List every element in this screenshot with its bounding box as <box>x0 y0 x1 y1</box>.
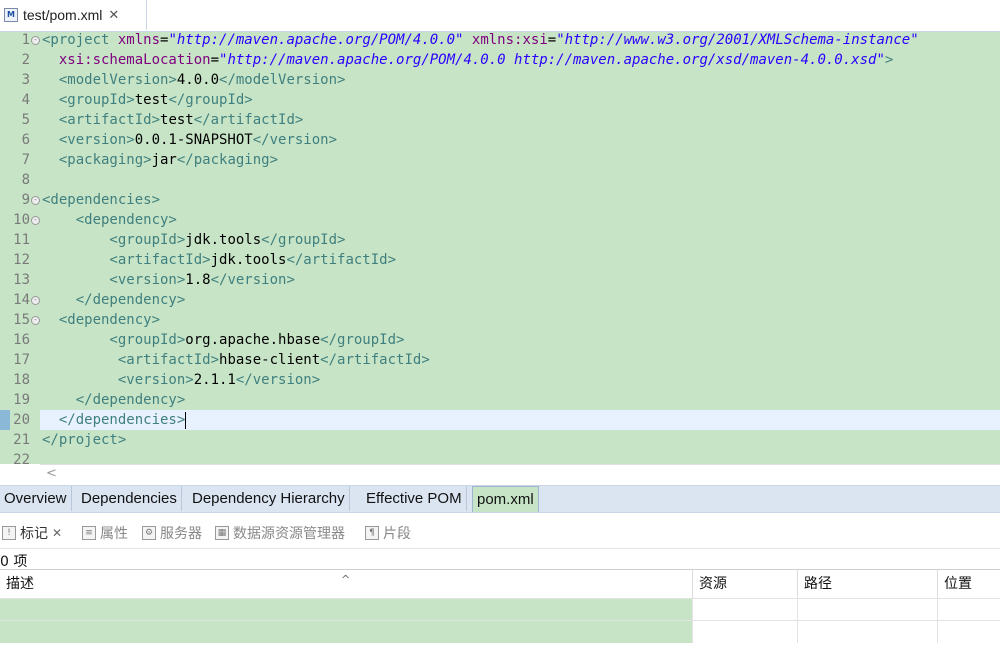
horizontal-scrollbar[interactable]: < <box>40 464 1000 485</box>
code-line: <dependency> <box>42 212 177 228</box>
line-number: 10 <box>13 212 30 228</box>
tab-servers[interactable]: ⚙ 服务器 <box>142 518 202 548</box>
line-number: 1 <box>21 32 30 48</box>
line-number: 20 <box>13 412 30 428</box>
close-icon[interactable]: ✕ <box>108 8 119 23</box>
fold-toggle-icon[interactable]: - <box>31 316 40 325</box>
code-line: <artifactId>test</artifactId> <box>42 112 304 128</box>
line-number: 11 <box>13 232 30 248</box>
line-number: 22 <box>13 452 30 464</box>
line-number: 19 <box>13 392 30 408</box>
code-line: <groupId>test</groupId> <box>42 92 253 108</box>
properties-icon: ≡ <box>82 526 96 540</box>
table-cell <box>798 621 938 643</box>
table-cell <box>0 621 693 643</box>
line-number: 18 <box>13 372 30 388</box>
code-line: <artifactId>jdk.tools</artifactId> <box>42 252 397 268</box>
code-line: <artifactId>hbase-client</artifactId> <box>42 352 430 368</box>
close-icon[interactable]: ✕ <box>52 526 62 540</box>
servers-icon: ⚙ <box>142 526 156 540</box>
tab-datasource-explorer[interactable]: ▦ 数据源资源管理器 <box>215 518 345 548</box>
line-number: 7 <box>21 152 30 168</box>
code-line: <version>0.0.1-SNAPSHOT</version> <box>42 132 338 148</box>
item-count: 0 项 <box>0 554 28 570</box>
tab-markers[interactable]: ! 标记 ✕ <box>2 518 62 548</box>
snippets-icon: ¶ <box>365 526 379 540</box>
line-number: 16 <box>13 332 30 348</box>
fold-toggle-icon[interactable]: - <box>31 296 40 305</box>
table-row[interactable] <box>0 598 1000 621</box>
table-row[interactable] <box>0 620 1000 643</box>
tab-markers-label: 标记 <box>20 526 48 542</box>
line-number: 2 <box>21 52 30 68</box>
code-line: <dependency> <box>42 312 161 328</box>
tab-effective-pom[interactable]: Effective POM <box>362 486 467 511</box>
tab-dependencies[interactable]: Dependencies <box>77 486 182 511</box>
code-line: <version>2.1.1</version> <box>42 372 321 388</box>
line-number: 17 <box>13 352 30 368</box>
line-number: 8 <box>21 172 30 188</box>
markers-icon: ! <box>2 526 16 540</box>
editor-tab-pom[interactable]: M test/pom.xml ✕ <box>0 0 147 30</box>
maven-file-icon: M <box>4 8 18 22</box>
line-number: 5 <box>21 112 30 128</box>
tab-pom-xml[interactable]: pom.xml <box>472 486 539 512</box>
code-line: </dependency> <box>42 392 186 408</box>
column-header-resource[interactable]: 资源 <box>693 570 798 598</box>
table-cell <box>0 599 693 621</box>
table-cell <box>798 599 938 621</box>
tab-dependency-hierarchy[interactable]: Dependency Hierarchy <box>188 486 350 511</box>
xml-editor[interactable]: 1 2 3 4 5 6 7 8 9 10 11 12 13 14 15 16 1… <box>0 32 1000 464</box>
tab-properties[interactable]: ≡ 属性 <box>82 518 128 548</box>
line-number: 12 <box>13 252 30 268</box>
column-header-location[interactable]: 位置 <box>938 570 1000 598</box>
line-number: 21 <box>13 432 30 448</box>
code-line: xsi:schemaLocation="http://maven.apache.… <box>42 52 894 68</box>
views-tab-bar: ! 标记 ✕ ≡ 属性 ⚙ 服务器 ▦ 数据源资源管理器 ¶ 片段 <box>0 518 1000 549</box>
table-cell <box>693 621 798 643</box>
editor-tab-label: test/pom.xml <box>23 7 103 23</box>
column-header-path[interactable]: 路径 <box>798 570 938 598</box>
line-number: 9 <box>21 192 30 208</box>
code-line: <groupId>org.apache.hbase</groupId> <box>42 332 405 348</box>
tab-properties-label: 属性 <box>100 526 128 542</box>
tab-datasource-label: 数据源资源管理器 <box>233 526 345 542</box>
code-line: </dependency> <box>42 292 186 308</box>
fold-toggle-icon[interactable]: - <box>31 196 40 205</box>
line-number: 4 <box>21 92 30 108</box>
tab-snippets-label: 片段 <box>383 526 411 542</box>
text-caret <box>185 411 187 429</box>
line-number: 15 <box>13 312 30 328</box>
code-line: <groupId>jdk.tools</groupId> <box>42 232 346 248</box>
line-number: 13 <box>13 272 30 288</box>
code-line: <packaging>jar</packaging> <box>42 152 279 168</box>
code-line: </project> <box>42 432 127 448</box>
scroll-left-icon[interactable]: < <box>46 466 57 481</box>
editor-tab-bar: M test/pom.xml ✕ <box>0 0 1000 32</box>
code-line: <version>1.8</version> <box>42 272 295 288</box>
table-cell <box>693 599 798 621</box>
code-line-current: </dependencies> <box>42 411 187 429</box>
fold-toggle-icon[interactable]: - <box>31 216 40 225</box>
tab-servers-label: 服务器 <box>160 526 202 542</box>
code-line: <dependencies> <box>42 192 161 208</box>
markers-table: 描述 ^ 资源 路径 位置 <box>0 569 1000 646</box>
datasource-icon: ▦ <box>215 526 229 540</box>
sort-ascending-icon: ^ <box>341 573 351 586</box>
tab-snippets[interactable]: ¶ 片段 <box>365 518 411 548</box>
tab-overview[interactable]: Overview <box>0 486 72 511</box>
fold-toggle-icon[interactable]: - <box>31 36 40 45</box>
code-line: <modelVersion>4.0.0</modelVersion> <box>42 72 346 88</box>
pom-editor-tabs: Overview Dependencies Dependency Hierarc… <box>0 485 1000 513</box>
column-header-description[interactable]: 描述 ^ <box>0 570 693 598</box>
line-number: 3 <box>21 72 30 88</box>
code-line: <project xmlns="http://maven.apache.org/… <box>42 32 919 48</box>
line-number: 14 <box>13 292 30 308</box>
line-number: 6 <box>21 132 30 148</box>
